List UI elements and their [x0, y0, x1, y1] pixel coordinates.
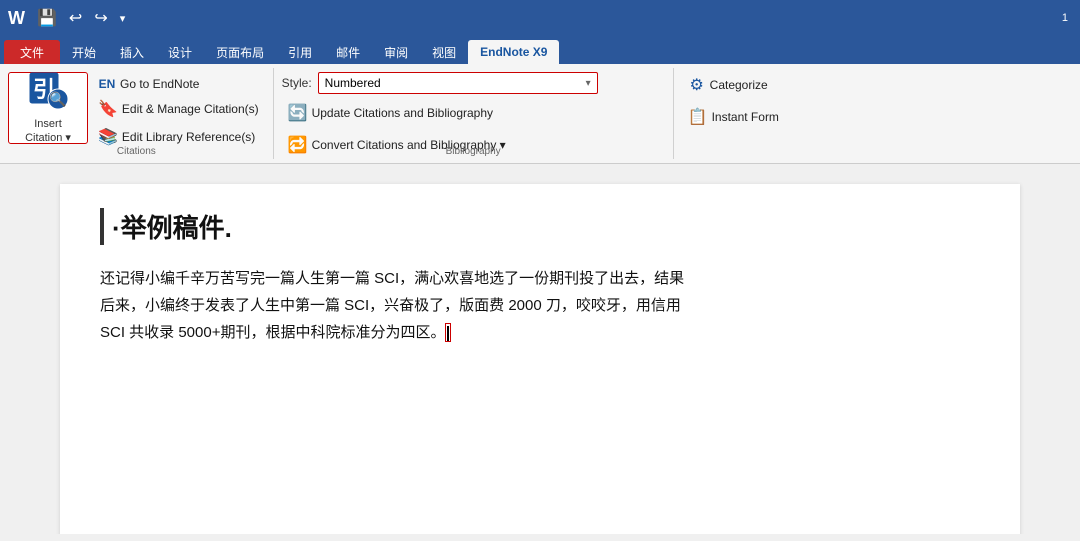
insert-citation-icon: 引 🔍 — [28, 71, 68, 114]
tab-endnote-label: EndNote X9 — [480, 45, 547, 59]
tab-design[interactable]: 设计 — [156, 40, 204, 64]
ribbon-content: 引 🔍 Insert Citation ▾ EN Go to EndNote — [0, 64, 1080, 164]
tab-layout-label: 页面布局 — [216, 44, 264, 61]
goto-endnote-label: Go to EndNote — [120, 77, 199, 91]
instant-form-btn[interactable]: 📋 Instant Form — [682, 104, 785, 130]
style-label: Style: — [282, 76, 312, 90]
tab-review[interactable]: 审阅 — [372, 40, 420, 64]
paragraph-1: 还记得小编千辛万苦写完一篇人生第一篇 SCI，满心欢喜地选了一份期刊投了出去，结… — [100, 265, 980, 292]
style-row: Style: Numbered ▾ — [282, 72, 598, 94]
page-area: ·举例稿件. 还记得小编千辛万苦写完一篇人生第一篇 SCI，满心欢喜地选了一份期… — [0, 164, 1080, 534]
categorize-btn[interactable]: ⚙ Categorize — [682, 72, 774, 98]
svg-text:🔍: 🔍 — [49, 90, 66, 108]
word-logo-btn[interactable]: W — [4, 6, 29, 31]
tab-layout[interactable]: 页面布局 — [204, 40, 276, 64]
categorize-icon: ⚙ — [688, 75, 706, 95]
categorize-label: Categorize — [710, 78, 768, 92]
document-body[interactable]: ·举例稿件. 还记得小编千辛万苦写完一篇人生第一篇 SCI，满心欢喜地选了一份期… — [60, 184, 1020, 534]
customize-btn[interactable]: ▾ — [116, 10, 130, 27]
right-group: ⚙ Categorize 📋 Instant Form — [674, 68, 793, 159]
citation-small-buttons: EN Go to EndNote 🔖 Edit & Manage Citatio… — [92, 72, 265, 150]
edit-citation-label: Edit & Manage Citation(s) — [122, 102, 259, 116]
document-title: ·举例稿件. — [100, 208, 980, 245]
goto-endnote-icon: EN — [98, 77, 116, 91]
tab-mailings[interactable]: 邮件 — [324, 40, 372, 64]
tab-review-label: 审阅 — [384, 44, 408, 61]
dropdown-arrow-icon: ▾ — [586, 78, 591, 89]
citations-group-label: Citations — [0, 146, 273, 157]
tab-view-label: 视图 — [432, 44, 456, 61]
paragraph-3: SCI 共收录 5000+期刊，根据中科院标准分为四区。 — [100, 319, 980, 346]
tab-mailings-label: 邮件 — [336, 44, 360, 61]
tab-home[interactable]: 开始 — [60, 40, 108, 64]
undo-btn[interactable]: ↩ — [65, 6, 86, 30]
redo-btn[interactable]: ↪ — [90, 6, 111, 30]
tab-file[interactable]: 文件 — [4, 40, 60, 64]
ribbon-tab-bar: 文件 开始 插入 设计 页面布局 引用 邮件 审阅 视图 EndNote X9 — [0, 36, 1080, 64]
quick-access-toolbar: W 💾 ↩ ↪ ▾ 1 — [0, 0, 1080, 36]
edit-library-label: Edit Library Reference(s) — [122, 130, 255, 144]
save-btn[interactable]: 💾 — [33, 6, 61, 30]
right-group-content: ⚙ Categorize 📋 Instant Form — [682, 72, 785, 155]
style-dropdown[interactable]: Numbered ▾ — [318, 72, 598, 94]
edit-citation-icon: 🔖 — [98, 99, 118, 119]
cursor-box — [445, 323, 451, 342]
citations-group: 引 🔍 Insert Citation ▾ EN Go to EndNote — [0, 68, 274, 159]
document-text[interactable]: 还记得小编千辛万苦写完一篇人生第一篇 SCI，满心欢喜地选了一份期刊投了出去，结… — [100, 265, 980, 346]
edit-library-icon: 📚 — [98, 127, 118, 147]
insert-citation-label: Insert Citation ▾ — [25, 118, 71, 144]
tab-home-label: 开始 — [72, 44, 96, 61]
text-cursor — [447, 326, 449, 341]
goto-endnote-btn[interactable]: EN Go to EndNote — [92, 74, 265, 94]
tab-insert[interactable]: 插入 — [108, 40, 156, 64]
bibliography-group: Style: Numbered ▾ 🔄 Update Citations and… — [274, 68, 674, 159]
tab-insert-label: 插入 — [120, 44, 144, 61]
paragraph-2: 后来，小编终于发表了人生中第一篇 SCI，兴奋极了，版面费 2000 刀，咬咬牙… — [100, 292, 980, 319]
update-citations-icon: 🔄 — [288, 103, 308, 123]
tab-endnote[interactable]: EndNote X9 — [468, 40, 559, 64]
tab-file-label: 文件 — [20, 44, 44, 61]
tab-references[interactable]: 引用 — [276, 40, 324, 64]
bibliography-group-content: Style: Numbered ▾ 🔄 Update Citations and… — [282, 72, 665, 174]
paragraph-3-text: SCI 共收录 5000+期刊，根据中科院标准分为四区。 — [100, 324, 445, 341]
tab-view[interactable]: 视图 — [420, 40, 468, 64]
tab-references-label: 引用 — [288, 44, 312, 61]
update-citations-btn[interactable]: 🔄 Update Citations and Bibliography — [282, 100, 499, 126]
instant-form-icon: 📋 — [688, 107, 708, 127]
edit-manage-citation-btn[interactable]: 🔖 Edit & Manage Citation(s) — [92, 96, 265, 122]
update-citations-label: Update Citations and Bibliography — [312, 106, 493, 120]
bibliography-group-label: bibliography — [274, 146, 673, 157]
style-value: Numbered — [325, 76, 381, 90]
tab-design-label: 设计 — [168, 44, 192, 61]
insert-citation-button[interactable]: 引 🔍 Insert Citation ▾ — [8, 72, 88, 144]
instant-form-label: Instant Form — [712, 110, 779, 124]
title-bar-text: 1 — [1062, 12, 1076, 24]
